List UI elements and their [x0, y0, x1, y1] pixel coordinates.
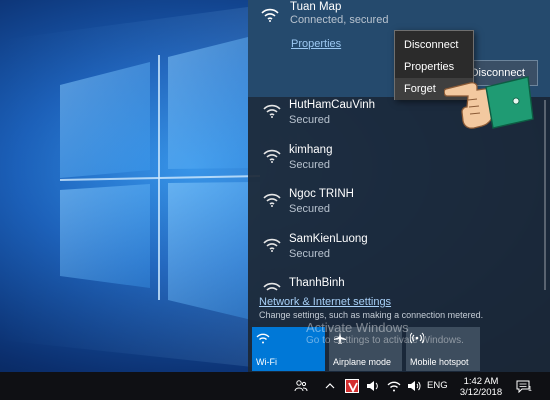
network-settings-description: Change settings, such as making a connec… [259, 310, 484, 320]
wifi-tile-label: Wi-Fi [256, 357, 277, 367]
network-name: ThanhBinh [289, 277, 345, 289]
wifi-signal-icon [262, 102, 282, 118]
antivirus-icon[interactable] [345, 379, 359, 394]
sound-icon[interactable] [366, 379, 380, 393]
wifi-toggle-tile[interactable]: Wi-Fi [252, 327, 325, 371]
network-name: Ngoc TRINH [289, 188, 354, 200]
network-item[interactable]: SamKienLuong Secured [248, 230, 550, 274]
network-status: Secured [289, 159, 330, 171]
network-name: kimhang [289, 144, 333, 156]
mobile-hotspot-tile[interactable]: Mobile hotspot [406, 327, 480, 371]
network-name: SamKienLuong [289, 233, 368, 245]
network-name: HutHamCauVinh [289, 99, 376, 111]
wifi-signal-icon [260, 6, 280, 22]
wifi-signal-icon [262, 147, 282, 163]
properties-link[interactable]: Properties [291, 38, 341, 50]
menu-item-disconnect[interactable]: Disconnect [395, 34, 473, 56]
network-status: Secured [289, 203, 330, 215]
chevron-up-icon[interactable] [323, 379, 337, 393]
wifi-icon [256, 331, 270, 345]
pointing-hand-icon [444, 76, 534, 129]
network-list-scrollbar[interactable] [544, 100, 546, 290]
network-status: Secured [289, 248, 330, 260]
network-status: Secured [289, 114, 330, 126]
network-settings-link[interactable]: Network & Internet settings [259, 296, 391, 308]
airplane-icon [333, 331, 347, 345]
wifi-signal-icon [262, 191, 282, 207]
volume-icon[interactable] [407, 379, 421, 393]
notification-count-badge: 1 [528, 386, 532, 393]
wifi-signal-icon [262, 280, 282, 296]
connected-network-name: Tuan Map [290, 1, 342, 13]
people-icon[interactable] [294, 379, 308, 393]
network-item[interactable]: kimhang Secured [248, 141, 550, 185]
input-language-indicator[interactable]: ENG [427, 380, 448, 391]
network-item[interactable]: Ngoc TRINH Secured [248, 185, 550, 229]
wifi-tray-icon[interactable] [387, 379, 401, 393]
clock-time[interactable]: 1:42 AM [461, 376, 501, 387]
airplane-mode-label: Airplane mode [333, 357, 392, 367]
taskbar: ENG 1:42 AM 3/12/2018 1 [0, 372, 550, 400]
hotspot-icon [410, 331, 424, 345]
mobile-hotspot-label: Mobile hotspot [410, 357, 469, 367]
wifi-signal-icon [262, 236, 282, 252]
network-item[interactable]: ThanhBinh [248, 274, 550, 294]
airplane-mode-tile[interactable]: Airplane mode [329, 327, 402, 371]
connected-network-status: Connected, secured [290, 14, 389, 26]
clock-date[interactable]: 3/12/2018 [455, 387, 507, 398]
